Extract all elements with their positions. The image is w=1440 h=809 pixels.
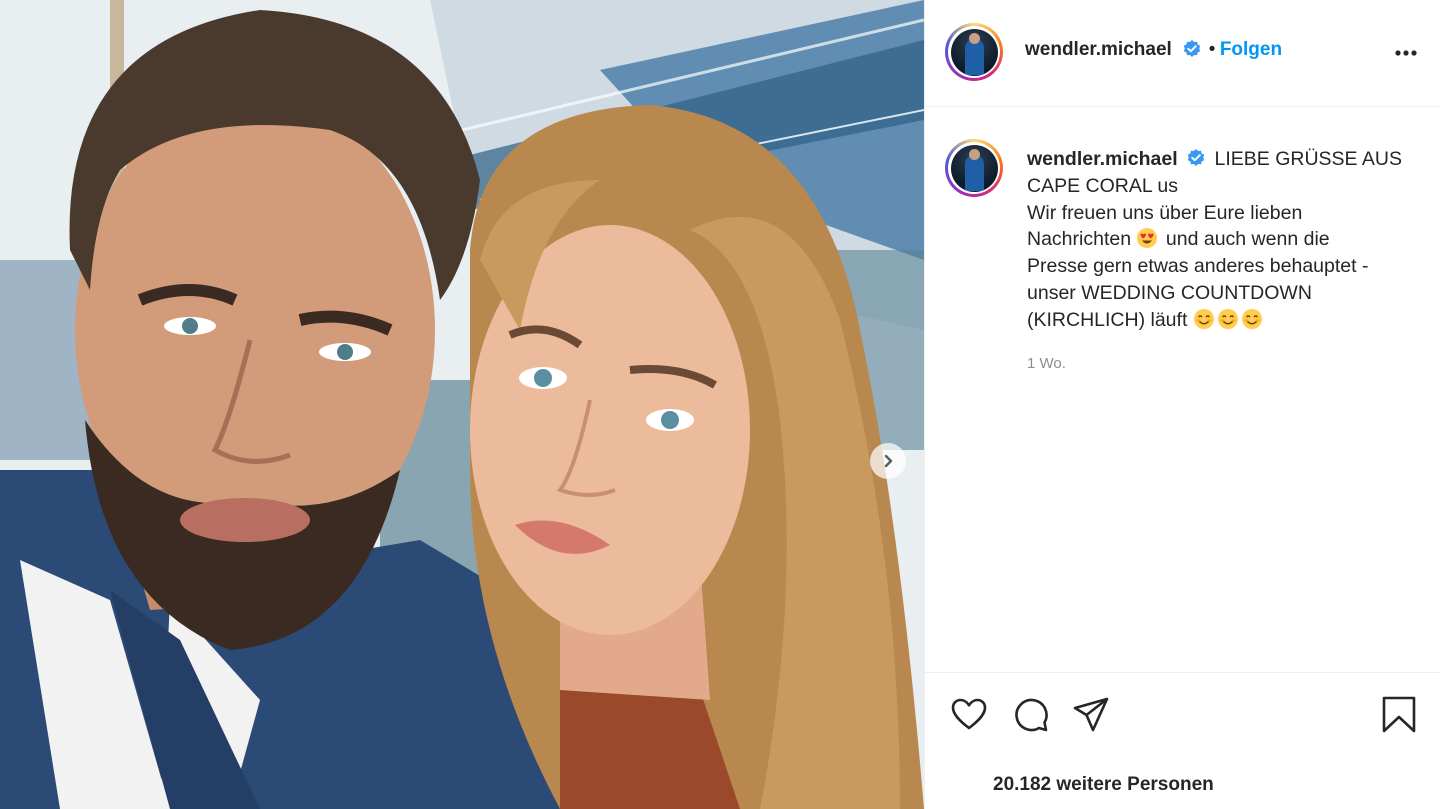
more-options-icon [1395,50,1417,56]
post-caption: wendler.michael LIEBE GRÜSSE AUS CAPE CO… [1027,146,1417,334]
caption-text-line5: Presse gern etwas anderes behauptet - [1027,255,1369,278]
comment-button[interactable] [1011,695,1051,740]
caption-text-line3: Wir freuen uns über Eure lieben [1027,201,1303,224]
save-button[interactable] [1379,695,1419,740]
smiling-face-emoji [1217,308,1238,329]
caption-text-line4a: Nachrichten [1027,228,1132,251]
caption-avatar[interactable] [945,139,1003,197]
smiling-face-emoji [1193,308,1214,329]
avatar[interactable] [945,23,1003,81]
follow-button[interactable]: Folgen [1220,39,1282,60]
verified-badge-icon [1187,148,1205,166]
bookmark-icon [1382,696,1416,733]
caption-text-line2: CAPE CORAL us [1027,174,1178,197]
post-photo[interactable] [0,0,924,809]
share-button[interactable] [1071,695,1111,740]
verified-badge-icon [1184,39,1201,57]
caption-text-line1: LIEBE GRÜSSE AUS [1214,148,1403,170]
post-header: wendler.michael • Folgen [925,0,1440,107]
selfie-illustration [0,0,924,809]
smiling-face-emoji [1241,308,1262,329]
heart-icon [951,698,987,730]
instagram-post: wendler.michael • Folgen wendler.michael… [0,0,1440,809]
post-sidebar: wendler.michael • Folgen wendler.michael… [924,0,1440,809]
header-username[interactable]: wendler.michael [1025,39,1172,60]
like-button[interactable] [949,695,989,740]
caption-username[interactable]: wendler.michael [1027,148,1178,170]
caption-text-line7: (KIRCHLICH) läuft [1027,308,1188,331]
post-timestamp[interactable]: 1 Wo. [1027,355,1066,372]
heart-eyes-emoji [1137,228,1158,249]
chevron-right-icon [884,454,893,468]
paper-plane-icon [1073,697,1109,732]
more-options-button[interactable] [1393,40,1419,71]
caption-text-line4b: und auch wenn die [1165,228,1330,251]
likes-count[interactable]: 20.182 weitere Personen [993,774,1214,796]
header-user-block: wendler.michael • Folgen [1025,39,1282,61]
separator-dot: • [1208,39,1216,60]
action-bar [925,672,1440,760]
caption-text-line6: unser WEDDING COUNTDOWN [1027,281,1312,304]
comment-icon [1015,698,1048,732]
next-image-button[interactable] [870,443,906,479]
